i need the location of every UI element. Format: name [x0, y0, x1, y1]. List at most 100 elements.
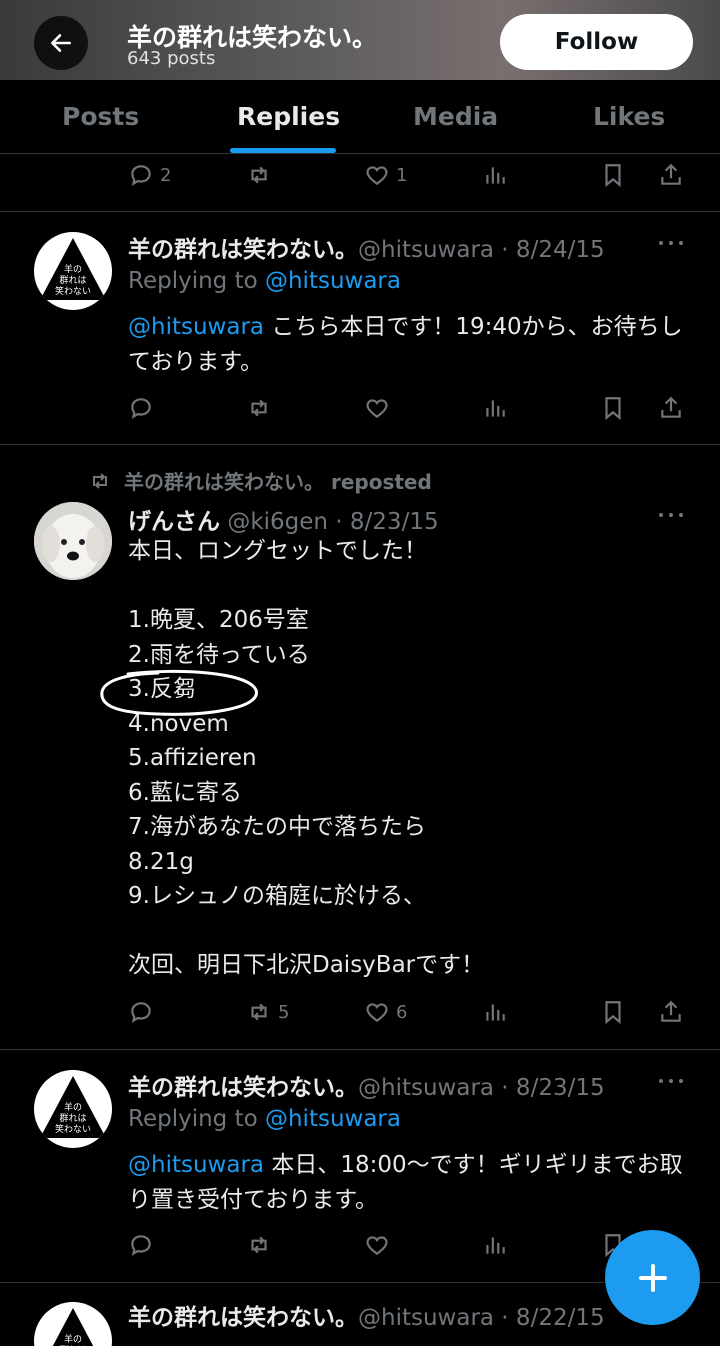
like-button[interactable] [364, 395, 390, 421]
reply-button[interactable] [128, 395, 154, 421]
handle-date: @ki6gen · 8/23/15 [227, 509, 439, 535]
hand-drawn-circle [100, 669, 258, 716]
bookmark-icon [600, 162, 626, 188]
repost-indicator: 羊の群れは笑わない。 reposted [88, 466, 432, 495]
compose-button[interactable] [605, 1230, 700, 1325]
repost-icon [246, 1232, 272, 1258]
reply-count: 2 [160, 164, 172, 186]
bookmark-button[interactable] [600, 395, 626, 421]
repost-button[interactable] [246, 162, 272, 188]
more-icon[interactable] [656, 510, 686, 520]
replying-label: Replying to [128, 1106, 258, 1132]
reply-button[interactable] [128, 1232, 154, 1258]
replying-to: Replying to @hitsuwara [128, 268, 401, 294]
svg-text:群れは: 群れは [59, 274, 86, 286]
tweet-text: 本日、ロングセットでした！ 1.晩夏、206号室 2.雨を待っている 3.反芻 … [128, 538, 485, 978]
profile-tabs: Posts Replies Media Likes [0, 80, 720, 154]
reply-button[interactable]: 2 [128, 162, 171, 188]
share-icon [658, 999, 684, 1025]
bookmark-button[interactable] [600, 162, 626, 188]
repost-button[interactable] [246, 395, 272, 421]
reply-button[interactable] [128, 999, 154, 1025]
repost-button[interactable] [246, 1232, 272, 1258]
display-name[interactable]: 羊の群れは笑わない。 [128, 1305, 358, 1331]
bookmark-icon [600, 999, 626, 1025]
heart-icon [364, 999, 390, 1025]
views-icon [482, 162, 508, 188]
follow-button[interactable]: Follow [500, 14, 693, 70]
tab-likes[interactable]: Likes [593, 102, 665, 131]
arrow-left-icon [51, 34, 71, 52]
repost-button[interactable]: 5 [246, 999, 289, 1025]
views-button[interactable] [482, 395, 508, 421]
views-button[interactable] [482, 999, 508, 1025]
like-button[interactable]: 1 [364, 162, 407, 188]
bookmark-icon [600, 395, 626, 421]
divider [0, 211, 720, 212]
tweet-header: げんさん @ki6gen · 8/23/15 [128, 502, 439, 536]
views-button[interactable] [482, 162, 508, 188]
views-button[interactable] [482, 1232, 508, 1258]
reply-icon [128, 162, 154, 188]
reply-icon [128, 999, 154, 1025]
tab-replies[interactable]: Replies [237, 102, 340, 131]
replying-to: Replying to @hitsuwara [128, 1106, 401, 1132]
svg-text:群れは: 群れは [59, 1112, 86, 1124]
share-button[interactable] [658, 395, 684, 421]
tweet-header: 羊の群れは笑わない。@hitsuwara · 8/23/15 [128, 1068, 605, 1102]
share-button[interactable] [658, 999, 684, 1025]
share-button[interactable] [658, 162, 684, 188]
svg-text:羊の: 羊の [64, 1333, 82, 1345]
avatar[interactable]: 羊の 群れは 笑わない [34, 1302, 112, 1346]
heart-icon [364, 162, 390, 188]
more-icon[interactable] [656, 1076, 686, 1086]
reply-icon [128, 1232, 154, 1258]
bookmark-button[interactable] [600, 999, 626, 1025]
profile-header: 羊の群れは笑わない。 643 posts Follow [0, 0, 720, 80]
band-logo-icon: 羊の 群れは 笑わない [40, 1076, 106, 1138]
share-icon [658, 162, 684, 188]
reply-icon [128, 395, 154, 421]
heart-icon [364, 395, 390, 421]
views-icon [482, 395, 508, 421]
views-icon [482, 999, 508, 1025]
avatar[interactable]: 羊の 群れは 笑わない [34, 1070, 112, 1148]
band-logo-icon: 羊の 群れは 笑わない [40, 238, 106, 300]
repost-count: 5 [278, 1001, 290, 1023]
tweet-text: @hitsuwara 本日、18:00〜です！ギリギリまでお取り置き受付ておりま… [128, 1148, 688, 1218]
display-name[interactable]: 羊の群れは笑わない。 [128, 237, 358, 263]
like-button[interactable]: 6 [364, 999, 407, 1025]
tweet-text: @hitsuwara こちら本日です！19:40から、お待ちしております。 [128, 310, 688, 380]
avatar[interactable]: 羊の 群れは 笑わない [34, 232, 112, 310]
display-name[interactable]: 羊の群れは笑わない。 [128, 1075, 358, 1101]
repost-icon [246, 395, 272, 421]
display-name[interactable]: げんさん [128, 509, 220, 535]
more-icon[interactable] [656, 238, 686, 248]
tab-media[interactable]: Media [413, 102, 498, 131]
back-button[interactable] [34, 16, 88, 70]
handle-date: @hitsuwara · 8/24/15 [358, 237, 605, 263]
repost-icon [246, 999, 272, 1025]
mention-link[interactable]: @hitsuwara [128, 314, 264, 340]
avatar[interactable] [34, 502, 112, 580]
tweet-actions: 2 1 [128, 162, 688, 192]
like-count: 1 [396, 164, 408, 186]
like-count: 6 [396, 1001, 408, 1023]
replying-mention[interactable]: @hitsuwara [265, 268, 401, 294]
tab-posts[interactable]: Posts [62, 102, 139, 131]
mention-link[interactable]: @hitsuwara [128, 1152, 264, 1178]
repost-icon [246, 162, 272, 188]
tweet-header: 羊の群れは笑わない。@hitsuwara · 8/22/15 [128, 1298, 605, 1332]
replying-label: Replying to [128, 268, 258, 294]
tweet-actions: 5 6 [128, 999, 688, 1029]
divider [0, 444, 720, 445]
like-button[interactable] [364, 1232, 390, 1258]
tweet-actions [128, 395, 688, 425]
tweet-header: 羊の群れは笑わない。@hitsuwara · 8/24/15 [128, 230, 605, 264]
replying-mention[interactable]: @hitsuwara [265, 1106, 401, 1132]
svg-text:笑わない: 笑わない [55, 285, 91, 297]
repost-icon [88, 469, 112, 493]
tweet-actions [128, 1232, 688, 1262]
handle-date: @hitsuwara · 8/22/15 [358, 1305, 605, 1331]
svg-text:羊の: 羊の [64, 1101, 82, 1113]
